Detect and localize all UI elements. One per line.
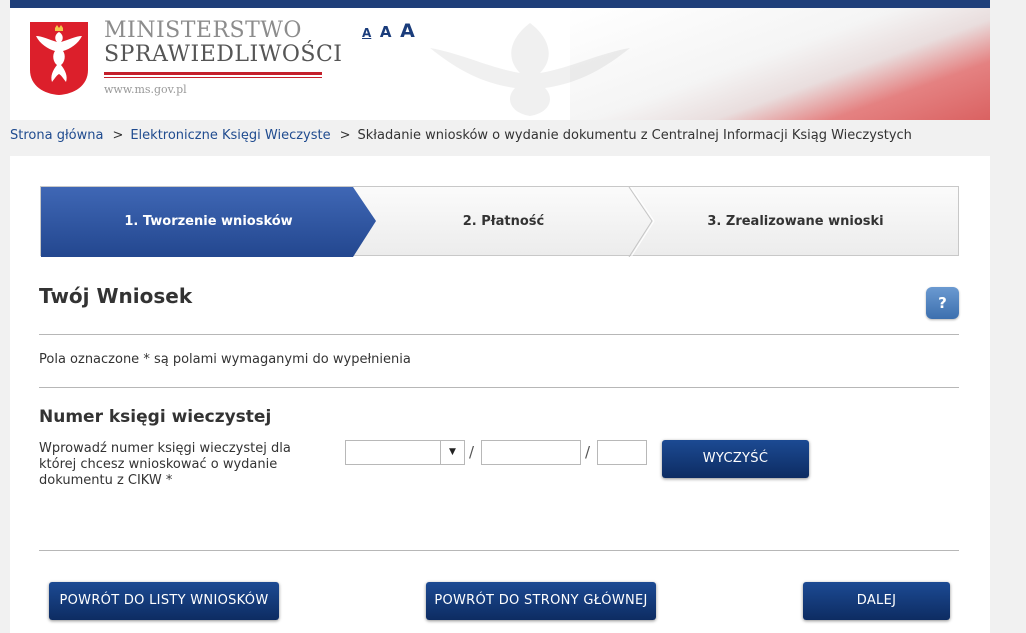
- breadcrumb-home-link[interactable]: Strona główna: [10, 128, 103, 143]
- breadcrumb: Strona główna > Elektroniczne Księgi Wiecz…: [10, 128, 912, 148]
- help-button[interactable]: ?: [926, 287, 959, 319]
- back-to-list-button[interactable]: POWRÓT DO LISTY WNIOSKÓW: [49, 582, 279, 620]
- register-number-input[interactable]: [481, 440, 581, 465]
- clear-button[interactable]: WYCZYŚĆ: [662, 440, 809, 478]
- court-code-select[interactable]: ▼: [345, 440, 465, 465]
- ministry-name-line2: SPRAWIEDLIWOŚCI: [104, 42, 343, 67]
- separator-slash: /: [469, 443, 475, 461]
- page-title: Twój Wniosek: [39, 284, 193, 308]
- land-register-number-heading: Numer księgi wieczystej: [39, 407, 272, 427]
- breadcrumb-current: Składanie wniosków o wydanie dokumentu z…: [357, 128, 912, 143]
- separator-slash: /: [585, 443, 591, 461]
- land-register-number-label: Wprowadź numer księgi wieczystej dla któ…: [39, 441, 291, 488]
- divider: [39, 550, 959, 551]
- breadcrumb-ekw-link[interactable]: Elektroniczne Księgi Wieczyste: [130, 128, 330, 143]
- ministry-name-line1: MINISTERSTWO: [104, 18, 302, 43]
- breadcrumb-chevron-icon: >: [112, 128, 124, 143]
- back-to-home-button[interactable]: POWRÓT DO STRONY GŁÓWNEJ: [426, 582, 656, 620]
- help-icon: ?: [938, 294, 947, 312]
- font-size-large-button[interactable]: A: [400, 20, 415, 42]
- step-2-payment: 2. Płatność: [462, 214, 545, 229]
- step-3-completed-requests: 3. Zrealizowane wnioski: [707, 214, 884, 229]
- dropdown-arrow-icon[interactable]: ▼: [440, 441, 464, 464]
- polish-eagle-emblem: [30, 22, 88, 95]
- ministry-url: www.ms.gov.pl: [104, 83, 187, 96]
- font-size-switcher: A A A: [362, 20, 418, 42]
- ministry-underline: [104, 72, 322, 78]
- step-1-creating-requests: 1. Tworzenie wniosków: [124, 214, 293, 229]
- divider: [39, 334, 959, 335]
- divider: [39, 387, 959, 388]
- font-size-small-button[interactable]: A: [362, 26, 371, 40]
- check-digit-input[interactable]: [597, 440, 647, 465]
- breadcrumb-chevron-icon: >: [339, 128, 351, 143]
- main-panel: 1. Tworzenie wniosków 2. Płatność 3. Zre…: [10, 156, 990, 633]
- font-size-medium-button[interactable]: A: [380, 23, 392, 41]
- next-button[interactable]: DALEJ: [803, 582, 950, 620]
- eagle-watermark: [430, 23, 630, 116]
- site-header: MINISTERSTWO SPRAWIEDLIWOŚCI www.ms.gov.…: [10, 0, 990, 120]
- progress-steps: 1. Tworzenie wniosków 2. Płatność 3. Zre…: [40, 186, 959, 257]
- required-fields-note: Pola oznaczone * są polami wymaganymi do…: [39, 352, 411, 367]
